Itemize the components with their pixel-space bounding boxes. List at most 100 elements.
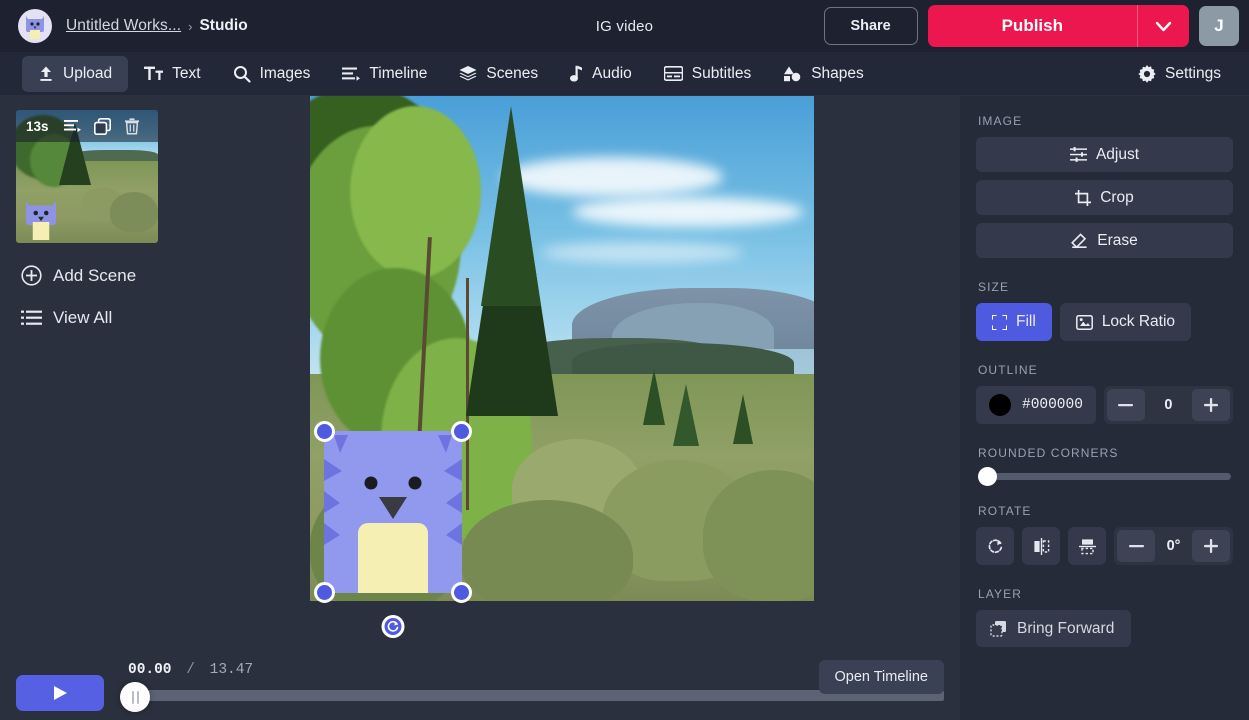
selected-element[interactable] [324, 431, 462, 593]
erase-label: Erase [1097, 232, 1138, 250]
bring-forward-icon [990, 620, 1007, 637]
flip-horizontal-button[interactable] [1022, 527, 1060, 565]
tool-settings[interactable]: Settings [1122, 56, 1237, 92]
bring-forward-label: Bring Forward [1017, 620, 1114, 638]
editor-body: 13s [0, 96, 1249, 720]
tool-images[interactable]: Images [217, 56, 327, 92]
breadcrumb: Untitled Works... › Studio [66, 17, 248, 35]
list-icon [21, 310, 42, 326]
tool-settings-label: Settings [1165, 65, 1221, 83]
outline-width-increase[interactable] [1192, 389, 1230, 421]
erase-button[interactable]: Erase [976, 223, 1233, 258]
tool-audio-label: Audio [592, 65, 632, 83]
tool-text[interactable]: Text [128, 56, 216, 92]
scene-thumbnail-card[interactable]: 13s [16, 110, 158, 243]
tool-images-label: Images [260, 65, 311, 83]
bring-forward-button[interactable]: Bring Forward [976, 610, 1131, 647]
share-button[interactable]: Share [824, 7, 918, 45]
rotate-90-button[interactable] [976, 527, 1014, 565]
tool-text-label: Text [172, 65, 200, 83]
tool-shapes-label: Shapes [811, 65, 864, 83]
tool-subtitles[interactable]: Subtitles [648, 56, 767, 92]
image-section-title: IMAGE [978, 114, 1233, 128]
shapes-icon [783, 65, 802, 82]
lock-ratio-icon [1076, 315, 1093, 330]
rotate-decrease[interactable] [1117, 530, 1155, 562]
playback-bar: 00.00 / 13.47 Open Timeline [0, 648, 960, 720]
main-toolbar: Upload Text Images Timeline Scenes [0, 52, 1249, 96]
size-options-row: Fill Lock Ratio [976, 303, 1233, 341]
rotate-angle-stepper: 0° [1114, 527, 1233, 565]
fill-button[interactable]: Fill [976, 303, 1052, 341]
breadcrumb-workspace-link[interactable]: Untitled Works... [66, 17, 181, 35]
top-bar-actions: Share Publish J [824, 5, 1239, 47]
upload-icon [38, 65, 54, 82]
current-time: 00.00 [128, 662, 172, 678]
tool-audio[interactable]: Audio [554, 56, 648, 92]
resize-handle-top-right[interactable] [451, 421, 472, 442]
search-icon [233, 65, 251, 83]
slider-knob[interactable] [978, 467, 997, 486]
outline-controls-row: #000000 0 [976, 386, 1233, 424]
open-timeline-button[interactable]: Open Timeline [819, 660, 945, 694]
tool-scenes-label: Scenes [486, 65, 538, 83]
resize-handle-bottom-right[interactable] [451, 582, 472, 603]
adjust-button[interactable]: Adjust [976, 137, 1233, 172]
chevron-down-icon [1155, 21, 1172, 32]
tool-timeline[interactable]: Timeline [326, 56, 443, 92]
rotate-cw-icon [987, 538, 1004, 555]
rotate-handle[interactable] [382, 615, 405, 638]
flip-vertical-button[interactable] [1068, 527, 1106, 565]
outline-color-swatch [989, 394, 1011, 416]
fill-icon [992, 315, 1007, 330]
size-section-title: SIZE [978, 280, 1233, 294]
top-bar: Untitled Works... › Studio IG video Shar… [0, 0, 1249, 52]
music-note-icon [570, 65, 583, 82]
crop-button[interactable]: Crop [976, 180, 1233, 215]
scene-overlay-actions: 13s [16, 110, 158, 142]
play-button[interactable] [16, 675, 104, 711]
tool-timeline-label: Timeline [369, 65, 427, 83]
rotate-increase[interactable] [1192, 530, 1230, 562]
view-all-button[interactable]: View All [16, 308, 280, 328]
play-icon [53, 685, 68, 701]
scene-duplicate-icon[interactable] [94, 118, 111, 135]
crop-label: Crop [1100, 189, 1134, 207]
video-canvas[interactable] [310, 96, 814, 601]
plus-circle-icon [21, 265, 42, 286]
outline-color-picker[interactable]: #000000 [976, 386, 1096, 424]
lock-ratio-label: Lock Ratio [1102, 313, 1175, 331]
workspace-avatar[interactable] [18, 9, 52, 43]
slider-track [978, 473, 1231, 480]
timeline-icon [342, 66, 360, 82]
total-time: 13.47 [210, 662, 254, 678]
scene-timeline-icon[interactable] [64, 119, 81, 133]
outline-width-decrease[interactable] [1107, 389, 1145, 421]
sticker-cat-image[interactable] [324, 431, 462, 593]
add-scene-button[interactable]: Add Scene [16, 265, 280, 286]
rotate-section-title: ROTATE [978, 504, 1233, 518]
lock-ratio-button[interactable]: Lock Ratio [1060, 303, 1191, 341]
flip-vertical-icon [1079, 538, 1096, 555]
tool-upload[interactable]: Upload [22, 56, 128, 92]
tool-upload-label: Upload [63, 65, 112, 83]
canvas-stage[interactable] [280, 96, 960, 720]
document-title: IG video [596, 18, 653, 35]
scrubber-knob[interactable] [120, 682, 150, 712]
publish-button[interactable]: Publish [928, 5, 1137, 47]
fill-label: Fill [1016, 313, 1036, 331]
resize-handle-bottom-left[interactable] [314, 582, 335, 603]
user-avatar[interactable]: J [1199, 6, 1239, 46]
tool-scenes[interactable]: Scenes [443, 56, 554, 92]
minus-icon [1118, 403, 1133, 407]
scene-delete-icon[interactable] [124, 118, 140, 135]
resize-handle-top-left[interactable] [314, 421, 335, 442]
grip-line [137, 691, 139, 704]
tool-shapes[interactable]: Shapes [767, 56, 880, 92]
publish-dropdown-button[interactable] [1137, 5, 1189, 47]
rounded-corners-slider[interactable] [978, 470, 1231, 482]
plus-icon [1203, 397, 1219, 413]
properties-panel: IMAGE Adjust Crop Erase SIZE [960, 96, 1249, 720]
publish-button-group: Publish [928, 5, 1189, 47]
breadcrumb-separator: › [188, 19, 192, 34]
